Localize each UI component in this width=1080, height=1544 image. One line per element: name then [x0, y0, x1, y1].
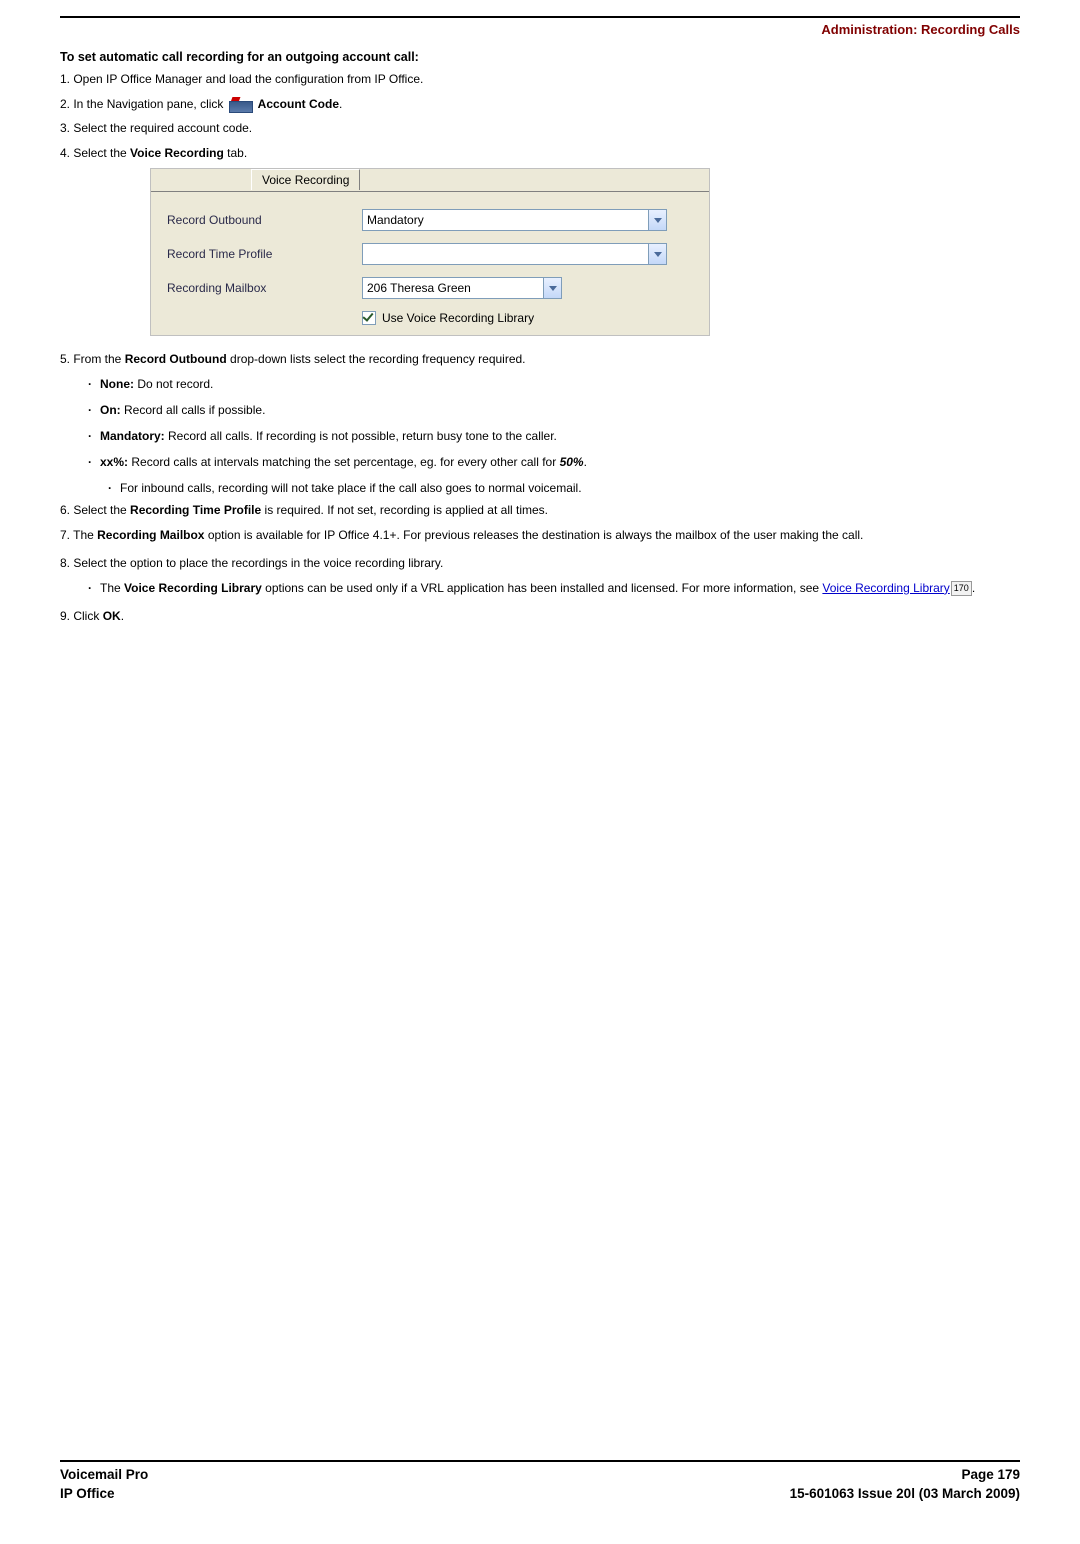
step-7-text-a: 7. The: [60, 528, 97, 542]
step-6-text-c: is required. If not set, recording is ap…: [261, 503, 548, 517]
bullet-percent-val: 50%: [560, 455, 584, 469]
bullet-vrl-a: The: [100, 581, 124, 595]
step-4-bold: Voice Recording: [130, 146, 224, 160]
recording-mailbox-dropdown[interactable]: 206 Theresa Green: [362, 277, 562, 299]
recording-mailbox-label: Recording Mailbox: [167, 281, 362, 295]
bullet-none: None: Do not record.: [88, 375, 1020, 393]
step-1-text: 1. Open IP Office Manager and load the c…: [60, 72, 423, 86]
record-outbound-label: Record Outbound: [167, 213, 362, 227]
record-outbound-value: Mandatory: [367, 213, 424, 227]
footer-right-2: 15-601063 Issue 20l (03 March 2009): [790, 1485, 1020, 1504]
step-7-text-c: option is available for IP Office 4.1+. …: [204, 528, 863, 542]
step-5-bullets: None: Do not record. On: Record all call…: [88, 375, 1020, 471]
record-time-profile-row: Record Time Profile: [167, 243, 693, 265]
footer-rule: [60, 1460, 1020, 1462]
step-8-bullets: The Voice Recording Library options can …: [88, 579, 1020, 597]
step-4: 4. Select the Voice Recording tab.: [60, 144, 1020, 163]
step-5-sub-bullets: For inbound calls, recording will not ta…: [108, 479, 1020, 497]
step-1: 1. Open IP Office Manager and load the c…: [60, 70, 1020, 89]
header-breadcrumb: Administration: Recording Calls: [821, 22, 1020, 37]
recording-mailbox-value: 206 Theresa Green: [367, 281, 471, 295]
step-6: 6. Select the Recording Time Profile is …: [60, 501, 1020, 520]
recording-mailbox-row: Recording Mailbox 206 Theresa Green: [167, 277, 693, 299]
step-9-bold: OK: [103, 609, 121, 623]
header-rule: Administration: Recording Calls: [60, 16, 1020, 18]
bullet-on-text: Record all calls if possible.: [121, 403, 266, 417]
footer-right-1: Page 179: [961, 1466, 1020, 1485]
bullet-none-bold: None:: [100, 377, 134, 391]
step-7-bold: Recording Mailbox: [97, 528, 204, 542]
sub-bullet-inbound-text: For inbound calls, recording will not ta…: [120, 481, 582, 495]
bullet-mandatory-text: Record all calls. If recording is not po…: [165, 429, 557, 443]
step-9: 9. Click OK.: [60, 607, 1020, 626]
step-2: 2. In the Navigation pane, click Account…: [60, 95, 1020, 114]
page-footer: Voicemail Pro Page 179 IP Office 15-6010…: [60, 1460, 1020, 1504]
footer-left-1: Voicemail Pro: [60, 1466, 148, 1485]
section-title: To set automatic call recording for an o…: [60, 50, 1020, 64]
use-vrl-row: Use Voice Recording Library: [362, 311, 693, 325]
record-outbound-row: Record Outbound Mandatory: [167, 209, 693, 231]
voice-recording-panel: Voice Recording Record Outbound Mandator…: [150, 168, 710, 336]
bullet-vrl-bold: Voice Recording Library: [124, 581, 262, 595]
step-7: 7. The Recording Mailbox option is avail…: [60, 526, 1020, 545]
bullet-on-bold: On:: [100, 403, 121, 417]
step-8: 8. Select the option to place the record…: [60, 554, 1020, 573]
step-6-text-a: 6. Select the: [60, 503, 130, 517]
bullet-percent-dot: .: [584, 455, 587, 469]
bullet-percent: xx%: Record calls at intervals matching …: [88, 453, 1020, 471]
account-code-icon: [229, 97, 253, 111]
step-6-bold: Recording Time Profile: [130, 503, 261, 517]
bullet-percent-bold: xx%:: [100, 455, 128, 469]
record-time-profile-dropdown[interactable]: [362, 243, 667, 265]
bullet-none-text: Do not record.: [134, 377, 213, 391]
bullet-on: On: Record all calls if possible.: [88, 401, 1020, 419]
step-list: 1. Open IP Office Manager and load the c…: [60, 70, 1020, 625]
step-4-text-c: tab.: [224, 146, 247, 160]
voice-recording-library-link[interactable]: Voice Recording Library: [822, 581, 949, 595]
step-4-text-a: 4. Select the: [60, 146, 130, 160]
step-2-text-a: 2. In the Navigation pane, click: [60, 97, 227, 111]
step-8-text: 8. Select the option to place the record…: [60, 556, 443, 570]
footer-left-2: IP Office: [60, 1485, 115, 1504]
footer-row-2: IP Office 15-601063 Issue 20l (03 March …: [60, 1485, 1020, 1504]
step-5-text-c: drop-down lists select the recording fre…: [227, 352, 526, 366]
step-5: 5. From the Record Outbound drop-down li…: [60, 350, 1020, 369]
step-5-bold: Record Outbound: [125, 352, 227, 366]
bullet-vrl-c: options can be used only if a VRL applic…: [262, 581, 823, 595]
step-2-bold: Account Code: [255, 97, 339, 111]
step-3-text: 3. Select the required account code.: [60, 121, 252, 135]
step-5-text-a: 5. From the: [60, 352, 125, 366]
bullet-vrl-d: .: [972, 581, 975, 595]
dropdown-button-icon[interactable]: [648, 244, 666, 264]
footer-row-1: Voicemail Pro Page 179: [60, 1466, 1020, 1485]
bullet-vrl: The Voice Recording Library options can …: [88, 579, 1020, 597]
bullet-mandatory-bold: Mandatory:: [100, 429, 165, 443]
use-vrl-checkbox[interactable]: [362, 311, 376, 325]
dropdown-button-icon[interactable]: [648, 210, 666, 230]
record-time-profile-label: Record Time Profile: [167, 247, 362, 261]
record-outbound-dropdown[interactable]: Mandatory: [362, 209, 667, 231]
step-2-text-c: .: [339, 97, 342, 111]
step-3: 3. Select the required account code.: [60, 119, 1020, 138]
sub-bullet-inbound: For inbound calls, recording will not ta…: [108, 479, 1020, 497]
step-9-text-a: 9. Click: [60, 609, 103, 623]
dropdown-button-icon[interactable]: [543, 278, 561, 298]
tab-underline: [151, 191, 709, 192]
page-ref-170: 170: [951, 581, 972, 597]
bullet-mandatory: Mandatory: Record all calls. If recordin…: [88, 427, 1020, 445]
bullet-percent-text: Record calls at intervals matching the s…: [128, 455, 560, 469]
step-9-text-c: .: [121, 609, 124, 623]
voice-recording-tab[interactable]: Voice Recording: [251, 169, 360, 190]
use-vrl-label: Use Voice Recording Library: [382, 311, 534, 325]
